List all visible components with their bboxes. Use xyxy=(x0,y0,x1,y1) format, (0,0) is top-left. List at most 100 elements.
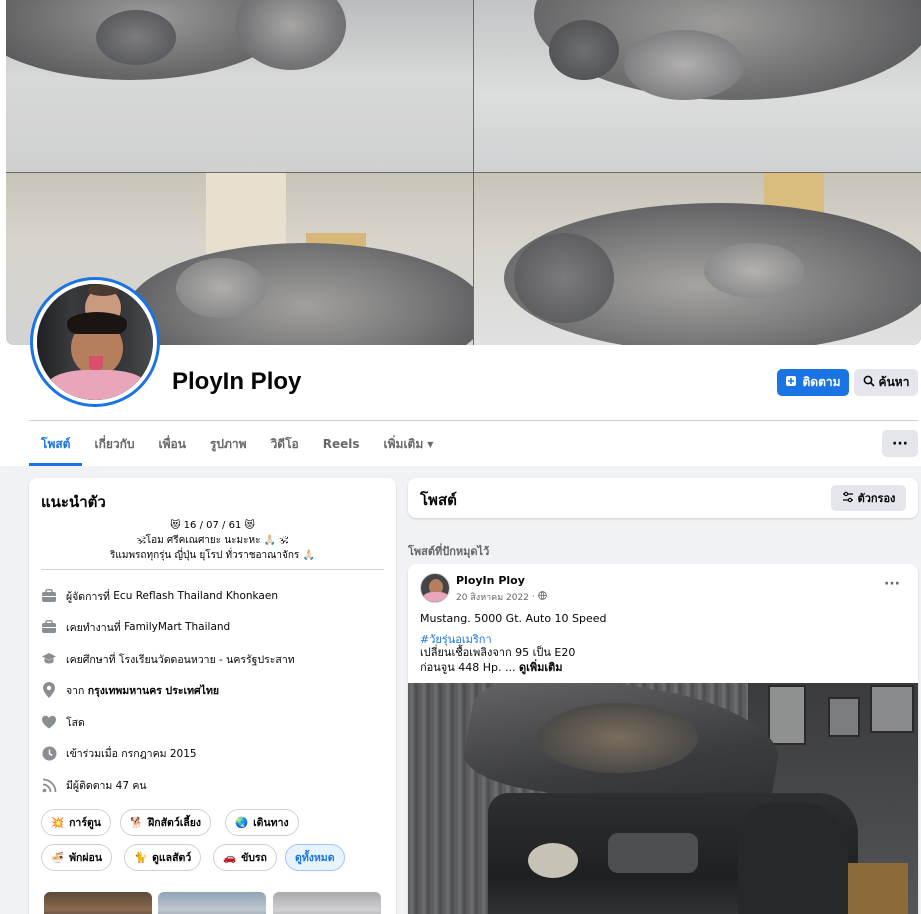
info-value: มีผู้ติดตาม 47 คน xyxy=(66,779,147,792)
post-author-name[interactable]: PloyIn Ploy xyxy=(456,574,525,587)
intro-title: แนะนำตัว xyxy=(41,493,106,511)
see-all-label: ดูทั้งหมด xyxy=(295,852,335,864)
tab-about[interactable]: เกี่ยวกับ xyxy=(82,422,146,466)
bio-line: 🕉โอม ศรีคเณศายะ นะมะหะ 🙏🏻 🕉 xyxy=(136,535,289,546)
tab-label: เพื่อน xyxy=(158,436,186,451)
post-text-line: ก่อนจูน 448 Hp. ... xyxy=(420,661,516,674)
posts-header: โพสต์ ตัวกรอง xyxy=(408,478,918,518)
cover-tile-2 xyxy=(474,0,921,172)
clock-icon xyxy=(41,745,57,761)
hobby-chip[interactable]: 🐕 ฝึกสัตว์เลี้ยง xyxy=(120,809,212,836)
work-row: ผู้จัดการที่ Ecu Reflash Thailand Khonka… xyxy=(41,586,384,606)
hobby-emoji: 🐕 xyxy=(130,817,144,829)
pinned-post: PloyIn Ploy 20 สิงหาคม 2022 · ··· Mustan… xyxy=(408,564,918,914)
post-text-line: เปลี่ยนเชื้อเพลิงจาก 95 เป็น E20 xyxy=(420,646,576,659)
pinned-posts-label: โพสต์ที่ปักหมุดไว้ xyxy=(408,545,490,558)
posts-title: โพสต์ xyxy=(420,491,457,509)
hobby-chip[interactable]: 🍜 พักผ่อน xyxy=(41,844,112,871)
hobby-emoji: 🌏 xyxy=(235,817,249,829)
cover-tile-1 xyxy=(6,0,473,172)
hobby-label: ดูแลสัตว์ xyxy=(152,852,192,864)
briefcase-icon xyxy=(41,588,57,604)
filter-icon xyxy=(842,491,854,506)
cover-tile-4 xyxy=(474,173,921,345)
bio-line: 😻 16 / 07 / 61 😻 xyxy=(170,520,255,531)
follow-button[interactable]: ติดตาม xyxy=(777,369,849,396)
search-icon xyxy=(863,375,875,390)
joined-row: เข้าร่วมเมื่อ กรกฎาคม 2015 xyxy=(41,743,384,763)
post-text-body: เปลี่ยนเชื้อเพลิงจาก 95 เป็น E20 ก่อนจูน… xyxy=(420,645,575,675)
see-more-link[interactable]: ดูเพิ่มเติม xyxy=(519,661,563,674)
tab-label: เกี่ยวกับ xyxy=(94,436,135,451)
heart-icon xyxy=(41,714,57,730)
post-meta: 20 สิงหาคม 2022 · xyxy=(456,590,547,604)
post-date[interactable]: 20 สิงหาคม 2022 xyxy=(456,590,529,604)
relationship-row: โสด xyxy=(41,712,384,732)
intro-card: แนะนำตัว 😻 16 / 07 / 61 😻 🕉โอม ศรีคเณศาย… xyxy=(29,478,396,914)
filter-button[interactable]: ตัวกรอง xyxy=(831,485,906,511)
search-button[interactable]: ค้นหา xyxy=(854,369,918,396)
profile-name: PloyIn Ploy xyxy=(172,368,302,395)
search-label: ค้นหา xyxy=(878,375,910,389)
tab-reels[interactable]: Reels xyxy=(311,422,372,466)
info-prefix: เคยทำงานที่ xyxy=(66,621,121,634)
hobby-label: พักผ่อน xyxy=(69,852,102,864)
separator-dot: · xyxy=(531,592,535,602)
tab-photos[interactable]: รูปภาพ xyxy=(198,422,259,466)
header-divider xyxy=(29,420,918,421)
featured-photo[interactable] xyxy=(273,892,381,914)
hobby-chip[interactable]: 💥 การ์ตูน xyxy=(41,809,111,836)
education-row: เคยศึกษาที่ โรงเรียนวัดดอนหวาย - นครรัฐป… xyxy=(41,649,384,669)
hobby-chip[interactable]: 🚗 ขับรถ xyxy=(213,844,277,871)
tab-label: Reels xyxy=(322,437,360,451)
post-text-line: Mustang. 5000 Gt. Auto 10 Speed xyxy=(420,612,607,625)
rss-icon xyxy=(41,777,57,793)
hobby-label: การ์ตูน xyxy=(69,817,101,829)
hobby-label: ขับรถ xyxy=(241,852,267,864)
info-value: เข้าร่วมเมื่อ กรกฎาคม 2015 xyxy=(66,747,197,760)
work-row: เคยทำงานที่ FamilyMart Thailand xyxy=(41,617,384,637)
hometown-row: จาก กรุงเทพมหานคร ประเทศไทย xyxy=(41,680,384,700)
featured-photo[interactable] xyxy=(158,892,266,914)
post-image[interactable] xyxy=(408,683,918,914)
profile-tabs: โพสต์ เกี่ยวกับ เพื่อน รูปภาพ วิดีโอ Ree… xyxy=(29,422,445,466)
tab-label: โพสต์ xyxy=(41,436,71,451)
bio-divider xyxy=(41,569,384,570)
filter-label: ตัวกรอง xyxy=(857,492,896,505)
follow-icon xyxy=(785,375,797,390)
info-value: โสด xyxy=(66,716,85,729)
tab-more[interactable]: เพิ่มเติม ▼ xyxy=(372,422,446,466)
tab-friends[interactable]: เพื่อน xyxy=(147,422,198,466)
follow-label: ติดตาม xyxy=(802,375,841,389)
graduation-cap-icon xyxy=(41,651,57,667)
hobby-emoji: 🚗 xyxy=(223,852,237,864)
hobby-emoji: 💥 xyxy=(51,817,65,829)
tab-label: รูปภาพ xyxy=(209,436,247,451)
hobby-label: ฝึกสัตว์เลี้ยง xyxy=(148,817,202,829)
globe-icon xyxy=(537,591,547,603)
followers-row: มีผู้ติดตาม 47 คน xyxy=(41,775,384,795)
location-pin-icon xyxy=(41,682,57,698)
profile-avatar[interactable] xyxy=(30,277,160,407)
hobby-chip[interactable]: 🐈 ดูแลสัตว์ xyxy=(124,844,202,871)
tab-label: เพิ่มเติม xyxy=(383,436,424,451)
tab-label: วิดีโอ xyxy=(270,436,299,451)
info-value[interactable]: กรุงเทพมหานคร ประเทศไทย xyxy=(88,682,219,699)
info-value[interactable]: Ecu Reflash Thailand Khonkaen xyxy=(113,590,278,602)
post-options-button[interactable]: ··· xyxy=(884,576,900,592)
hobby-chip[interactable]: 🌏 เดินทาง xyxy=(225,809,299,836)
more-options-button[interactable]: ··· xyxy=(882,430,918,457)
info-value[interactable]: โรงเรียนวัดดอนหวาย - นครรัฐประสาท xyxy=(119,651,295,668)
bio-line: ริแมพรถทุกรุ่น ญี่ปุ่น ยุโรป ทั่วราชอาณา… xyxy=(110,550,315,561)
info-prefix: จาก xyxy=(66,684,85,697)
info-prefix: ผู้จัดการที่ xyxy=(66,590,110,603)
post-author-avatar[interactable] xyxy=(420,573,450,603)
hobby-emoji: 🐈 xyxy=(134,852,148,864)
tab-posts[interactable]: โพสต์ xyxy=(29,422,83,466)
bio: 😻 16 / 07 / 61 😻 🕉โอม ศรีคเณศายะ นะมะหะ … xyxy=(41,518,384,563)
hobby-label: เดินทาง xyxy=(253,817,289,829)
info-value[interactable]: FamilyMart Thailand xyxy=(124,621,230,633)
tab-videos[interactable]: วิดีโอ xyxy=(259,422,311,466)
see-all-hobbies-button[interactable]: ดูทั้งหมด xyxy=(285,844,345,871)
featured-photo[interactable] xyxy=(44,892,152,914)
